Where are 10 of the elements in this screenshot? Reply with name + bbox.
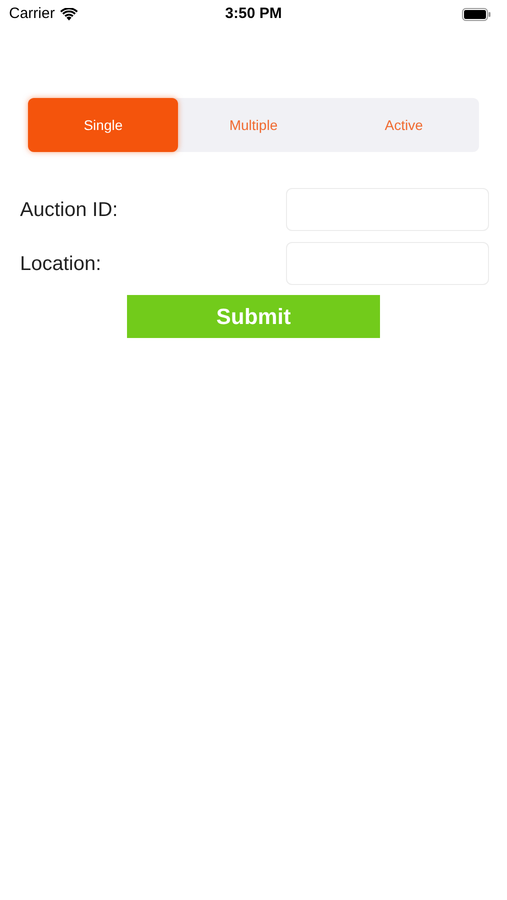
clock-time: 3:50 PM <box>225 4 282 24</box>
carrier-label: Carrier <box>9 4 55 24</box>
field-label: Location: <box>20 252 102 276</box>
submit-button[interactable]: Submit <box>127 295 380 338</box>
wifi-icon <box>60 8 78 20</box>
battery-icon <box>462 8 491 20</box>
segment-tab[interactable]: Multiple <box>178 98 329 152</box>
segment-tab[interactable]: Active <box>328 98 479 152</box>
segment-tab[interactable]: Single <box>28 98 178 152</box>
field-label: Auction ID: <box>20 198 118 222</box>
